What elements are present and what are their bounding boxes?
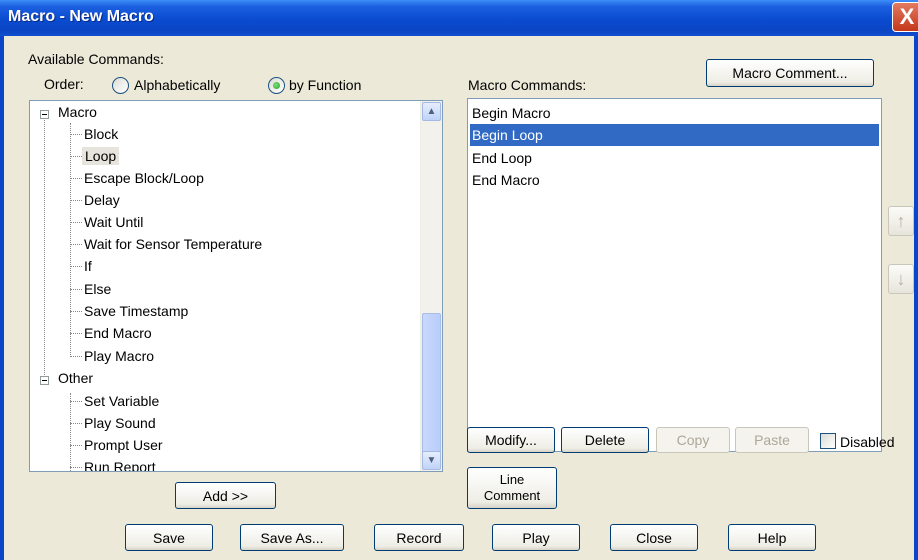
tree-branch [70,134,82,135]
tree-item-set-variable[interactable]: Set Variable [84,393,159,409]
tree-connector [70,393,71,471]
record-button[interactable]: Record [374,524,464,551]
tree-item-loop[interactable]: Loop [82,147,120,165]
tree-item-escape-block-loop[interactable]: Escape Block/Loop [84,170,204,186]
save-button[interactable]: Save [125,524,213,551]
collapse-other-icon[interactable] [40,376,49,385]
add-button[interactable]: Add >> [175,482,276,509]
radio-alphabetically-label[interactable]: Alphabetically [134,77,220,93]
tree-branch [70,467,82,468]
tree-item-prompt-user[interactable]: Prompt User [84,437,163,453]
order-label: Order: [44,76,84,92]
radio-selected-dot [273,82,280,89]
line-comment-button[interactable]: Line Comment [467,467,557,509]
title-bar: Macro - New Macro X [0,0,918,36]
delete-button[interactable]: Delete [561,427,649,453]
tree-item-play-sound[interactable]: Play Sound [84,415,156,431]
tree-connector [70,123,71,357]
tree-group-other[interactable]: Other [58,370,93,386]
available-commands-tree[interactable]: Macro Block Loop Escape Block/Loop Delay… [29,100,443,472]
tree-item-block[interactable]: Block [84,126,118,142]
tree-branch [70,178,82,179]
tree-branch [70,445,82,446]
list-item-selected[interactable]: Begin Loop [470,124,879,146]
save-as-button[interactable]: Save As... [240,524,344,551]
tree-item-wait-until[interactable]: Wait Until [84,214,143,230]
play-button[interactable]: Play [492,524,580,551]
macro-comment-button[interactable]: Macro Comment... [706,59,874,87]
tree-scrollbar[interactable]: ▲ ▼ [420,101,442,471]
tree-item-if[interactable]: If [84,258,92,274]
tree-branch [70,200,82,201]
tree-item-end-macro[interactable]: End Macro [84,325,152,341]
macro-commands-list[interactable]: Begin Macro Begin Loop End Loop End Macr… [467,98,882,452]
tree-branch [70,156,82,157]
list-item[interactable]: Begin Macro [470,102,879,124]
tree-branch [70,289,82,290]
paste-button[interactable]: Paste [735,427,809,453]
copy-button[interactable]: Copy [656,427,730,453]
list-item[interactable]: End Loop [470,147,879,169]
disabled-checkbox[interactable] [820,433,836,449]
close-window-button[interactable]: X [892,2,918,32]
tree-branch [70,311,82,312]
scroll-up-arrow-icon[interactable]: ▲ [422,102,441,121]
close-button[interactable]: Close [610,524,698,551]
radio-by-function-label[interactable]: by Function [289,77,361,93]
tree-item-else[interactable]: Else [84,281,111,297]
radio-by-function[interactable] [268,77,285,94]
line-comment-label-2: Comment [483,488,541,503]
tree-item-play-macro[interactable]: Play Macro [84,348,154,364]
list-item[interactable]: End Macro [470,169,879,191]
collapse-macro-icon[interactable] [40,110,49,119]
dialog-body: Available Commands: Order: Alphabeticall… [0,36,918,560]
tree-item-delay[interactable]: Delay [84,192,120,208]
tree-branch [70,333,82,334]
modify-button[interactable]: Modify... [467,427,555,453]
tree-item-run-report[interactable]: Run Report [84,459,156,471]
available-commands-label: Available Commands: [28,51,164,67]
tree-connector [44,115,45,381]
tree-group-macro[interactable]: Macro [58,104,97,120]
tree-item-wait-for-sensor-temperature[interactable]: Wait for Sensor Temperature [84,236,262,252]
tree-item-save-timestamp[interactable]: Save Timestamp [84,303,188,319]
window-title: Macro - New Macro [8,8,154,25]
tree-branch [70,244,82,245]
move-up-icon[interactable]: ↑ [888,206,914,236]
radio-alphabetically[interactable] [112,77,129,94]
tree-branch [70,266,82,267]
disabled-checkbox-label[interactable]: Disabled [840,434,894,450]
tree-branch [70,356,82,357]
move-down-icon[interactable]: ↓ [888,264,914,294]
scroll-thumb[interactable] [422,313,441,455]
scroll-down-arrow-icon[interactable]: ▼ [422,451,441,470]
tree-branch [70,401,82,402]
macro-commands-label: Macro Commands: [468,77,587,93]
tree-branch [70,222,82,223]
tree-branch [70,423,82,424]
line-comment-label-1: Line [499,472,525,487]
help-button[interactable]: Help [728,524,816,551]
